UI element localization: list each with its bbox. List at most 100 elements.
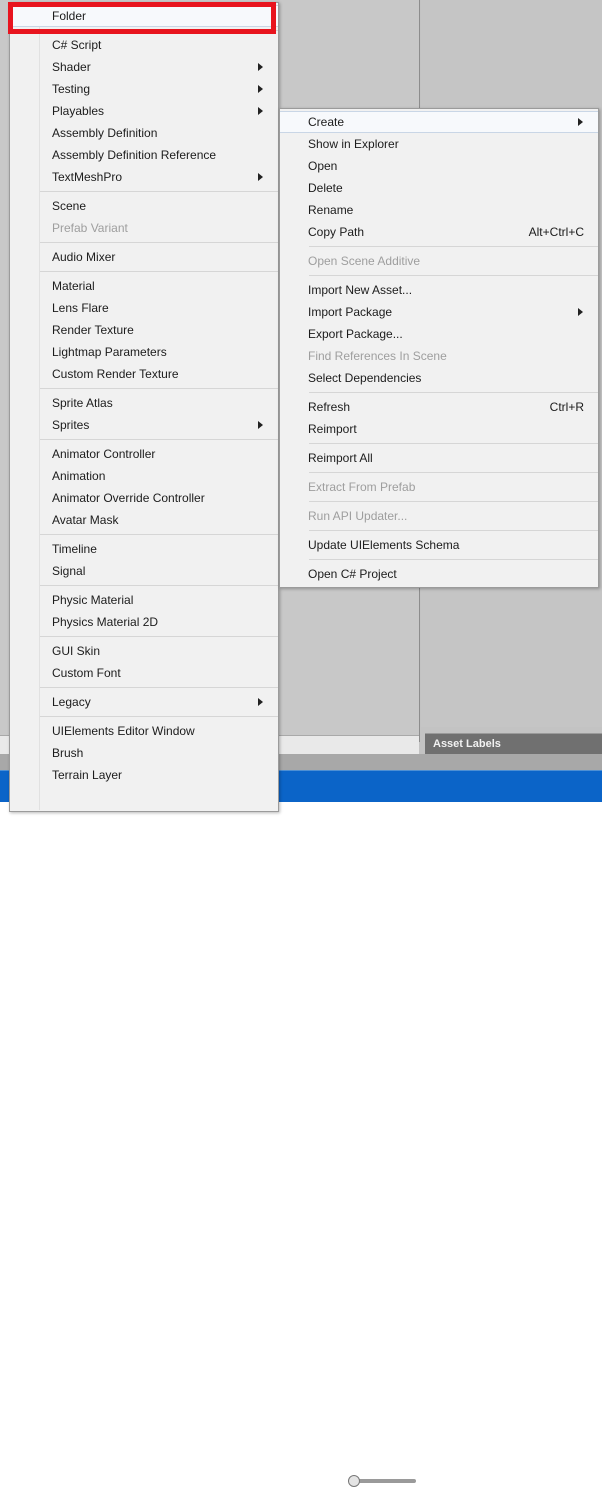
chevron-right-icon: [258, 85, 263, 93]
create-menu-item[interactable]: TextMeshPro: [10, 166, 278, 188]
menu-item-label: Sprite Atlas: [52, 396, 113, 410]
create-menu-item[interactable]: Playables: [10, 100, 278, 122]
create-menu-item[interactable]: Assembly Definition: [10, 122, 278, 144]
menu-item-label: Rename: [308, 203, 354, 217]
create-menu-item[interactable]: Avatar Mask: [10, 509, 278, 531]
project-menu-item[interactable]: Refresh Ctrl+R: [280, 396, 598, 418]
create-menu-item[interactable]: Terrain Layer: [10, 764, 278, 786]
create-menu-item[interactable]: Brush: [10, 742, 278, 764]
menu-separator: [309, 275, 598, 276]
menu-item-label: Import Package: [308, 305, 393, 319]
create-menu-item[interactable]: Custom Font: [10, 662, 278, 684]
menu-item-label: Create: [308, 115, 345, 129]
menu-item-label: Update UIElements Schema: [308, 538, 460, 552]
menu-item-label: Render Texture: [52, 323, 134, 337]
create-menu-item[interactable]: Custom Render Texture: [10, 363, 278, 385]
menu-item-label: Audio Mixer: [52, 250, 116, 264]
create-menu-item[interactable]: Audio Mixer: [10, 246, 278, 268]
menu-separator: [39, 388, 278, 389]
menu-item-label: Show in Explorer: [308, 137, 399, 151]
create-submenu[interactable]: Folder C# Script Shader Testing Playables Ass…: [9, 2, 279, 812]
menu-item-label: Export Package...: [308, 327, 403, 341]
project-menu-item[interactable]: Show in Explorer: [280, 133, 598, 155]
create-menu-item[interactable]: Scene: [10, 195, 278, 217]
menu-item-label: Assembly Definition Reference: [52, 148, 217, 162]
create-menu-item[interactable]: Lightmap Parameters: [10, 341, 278, 363]
menu-item-label: Testing: [52, 82, 91, 96]
menu-separator: [309, 443, 598, 444]
create-menu-item[interactable]: Render Texture: [10, 319, 278, 341]
project-menu-item[interactable]: Delete: [280, 177, 598, 199]
menu-item-label: Delete: [308, 181, 343, 195]
project-menu-item[interactable]: Open C# Project: [280, 563, 598, 585]
menu-item-shortcut: Ctrl+R: [549, 400, 584, 414]
create-menu-item[interactable]: Animator Override Controller: [10, 487, 278, 509]
project-menu-item[interactable]: Update UIElements Schema: [280, 534, 598, 556]
create-menu-item[interactable]: Shader: [10, 56, 278, 78]
menu-item-label: Select Dependencies: [308, 371, 422, 385]
zoom-slider-thumb[interactable]: [348, 1475, 360, 1487]
menu-item-label: Material: [52, 279, 95, 293]
menu-item-label: Import New Asset...: [308, 283, 413, 297]
menu-item-label: Find References In Scene: [308, 349, 447, 363]
create-menu-item[interactable]: Material: [10, 275, 278, 297]
project-menu-item[interactable]: Import New Asset...: [280, 279, 598, 301]
create-menu-item[interactable]: Assembly Definition Reference: [10, 144, 278, 166]
create-menu-item[interactable]: Sprites: [10, 414, 278, 436]
menu-separator: [39, 30, 278, 31]
menu-item-label: Reimport: [308, 422, 357, 436]
menu-item-label: Scene: [52, 199, 87, 213]
project-menu-item[interactable]: Copy Path Alt+Ctrl+C: [280, 221, 598, 243]
menu-item-label: Open: [308, 159, 338, 173]
menu-item-label: UIElements Editor Window: [52, 724, 195, 738]
menu-item-label: Sprites: [52, 418, 90, 432]
create-menu-item: Prefab Variant: [10, 217, 278, 239]
menu-item-label: Animation: [52, 469, 106, 483]
create-menu-item[interactable]: Testing: [10, 78, 278, 100]
create-menu-item[interactable]: Timeline: [10, 538, 278, 560]
project-menu-item[interactable]: Select Dependencies: [280, 367, 598, 389]
chevron-right-icon: [258, 421, 263, 429]
menu-separator: [39, 716, 278, 717]
menu-separator: [309, 472, 598, 473]
menu-item-label: Animator Controller: [52, 447, 156, 461]
project-context-menu-items: Create Show in Explorer Open Delete Rename Co…: [280, 111, 598, 585]
menu-item-label: C# Script: [52, 38, 102, 52]
chevron-right-icon: [578, 118, 583, 126]
chevron-right-icon: [258, 63, 263, 71]
create-menu-item[interactable]: Physic Material: [10, 589, 278, 611]
menu-item-shortcut: Alt+Ctrl+C: [528, 225, 584, 239]
project-menu-item[interactable]: Reimport All: [280, 447, 598, 469]
create-submenu-items: Folder C# Script Shader Testing Playables Ass…: [10, 5, 278, 786]
create-menu-item[interactable]: Sprite Atlas: [10, 392, 278, 414]
project-menu-item[interactable]: Open: [280, 155, 598, 177]
project-menu-item[interactable]: Create: [280, 111, 598, 133]
menu-item-label: Reimport All: [308, 451, 373, 465]
project-menu-item: Find References In Scene: [280, 345, 598, 367]
create-menu-item[interactable]: GUI Skin: [10, 640, 278, 662]
create-menu-item[interactable]: Signal: [10, 560, 278, 582]
create-menu-item[interactable]: Animator Controller: [10, 443, 278, 465]
project-menu-item[interactable]: Reimport: [280, 418, 598, 440]
create-menu-item[interactable]: Folder: [10, 5, 278, 27]
project-menu-item[interactable]: Export Package...: [280, 323, 598, 345]
project-menu-item[interactable]: Rename: [280, 199, 598, 221]
create-menu-item[interactable]: Animation: [10, 465, 278, 487]
chevron-right-icon: [258, 698, 263, 706]
project-context-menu[interactable]: Create Show in Explorer Open Delete Rename Co…: [279, 108, 599, 588]
project-menu-item: Extract From Prefab: [280, 476, 598, 498]
create-menu-item[interactable]: Legacy: [10, 691, 278, 713]
create-menu-item[interactable]: UIElements Editor Window: [10, 720, 278, 742]
menu-separator: [39, 534, 278, 535]
create-menu-item[interactable]: C# Script: [10, 34, 278, 56]
create-menu-item[interactable]: Lens Flare: [10, 297, 278, 319]
project-menu-item[interactable]: Import Package: [280, 301, 598, 323]
asset-labels-header[interactable]: Asset Labels: [425, 733, 602, 754]
menu-item-label: Refresh: [308, 400, 351, 414]
menu-item-label: Animator Override Controller: [52, 491, 205, 505]
menu-item-label: TextMeshPro: [52, 170, 123, 184]
menu-item-label: Open C# Project: [308, 567, 397, 581]
menu-item-label: Terrain Layer: [52, 768, 123, 782]
menu-separator: [39, 191, 278, 192]
create-menu-item[interactable]: Physics Material 2D: [10, 611, 278, 633]
